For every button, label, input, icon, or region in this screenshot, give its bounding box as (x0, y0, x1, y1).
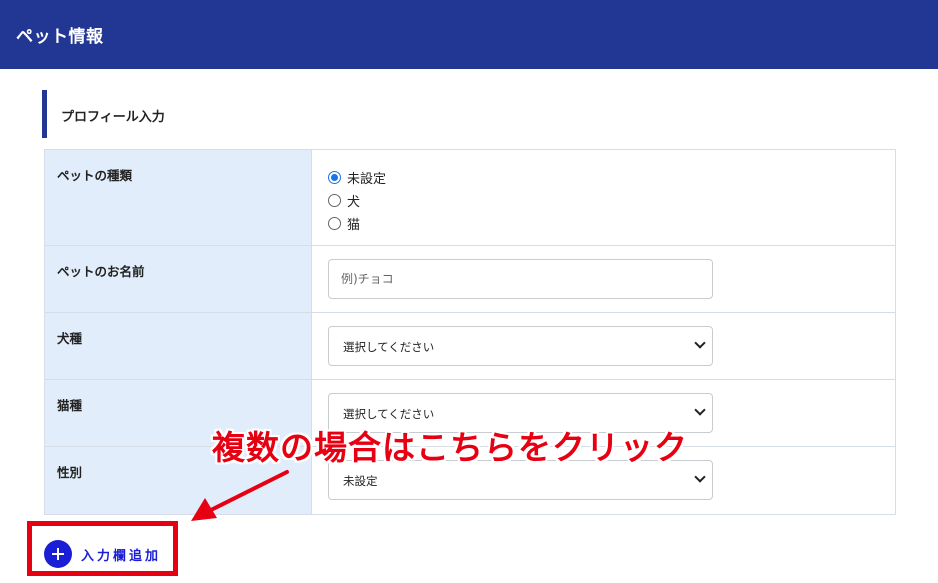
select-value: 未設定 (343, 474, 378, 488)
radio-label: 猫 (347, 218, 361, 233)
page-title: ペット情報 (16, 27, 104, 47)
radio-icon[interactable] (328, 194, 341, 207)
radio-checked-icon[interactable] (328, 171, 341, 184)
radio-label: 未設定 (347, 172, 387, 187)
chevron-down-icon (694, 404, 706, 416)
plus-circle-icon (44, 540, 72, 568)
section-title: プロフィール入力 (61, 110, 165, 125)
pet-type-option-dog[interactable]: 犬 (328, 189, 895, 212)
pet-type-radio-group: 未設定 犬 猫 (328, 150, 895, 235)
section-accent-bar (42, 90, 47, 138)
dog-breed-row: 犬種 選択してください (45, 313, 895, 380)
pet-name-row: ペットのお名前 (45, 246, 895, 313)
pet-type-row: ペットの種類 未設定 犬 猫 (45, 150, 895, 246)
pet-type-field: 未設定 犬 猫 (312, 150, 895, 245)
pet-name-label: ペットのお名前 (45, 246, 312, 312)
page-header: ペット情報 (0, 0, 938, 69)
section-header: プロフィール入力 (42, 90, 442, 138)
pet-type-option-unset[interactable]: 未設定 (328, 166, 895, 189)
pet-name-field (312, 246, 895, 312)
radio-icon[interactable] (328, 217, 341, 230)
add-field-button[interactable]: 入力欄追加 (44, 540, 161, 568)
dog-breed-field: 選択してください (312, 313, 895, 379)
dog-breed-label: 犬種 (45, 313, 312, 379)
chevron-down-icon (694, 337, 706, 349)
pet-type-option-cat[interactable]: 猫 (328, 212, 895, 235)
radio-label: 犬 (347, 195, 361, 210)
pet-type-label: ペットの種類 (45, 150, 312, 245)
dog-breed-select[interactable]: 選択してください (328, 326, 713, 366)
select-value: 選択してください (343, 340, 435, 354)
pet-name-input[interactable] (328, 259, 713, 299)
add-field-label: 入力欄追加 (81, 548, 162, 564)
annotation-arrow-icon (191, 470, 289, 521)
chevron-down-icon (694, 471, 706, 483)
add-field-highlight: 入力欄追加 (27, 521, 178, 576)
annotation-callout: 複数の場合はこちらをクリック (212, 428, 688, 467)
select-value: 選択してください (343, 407, 435, 421)
